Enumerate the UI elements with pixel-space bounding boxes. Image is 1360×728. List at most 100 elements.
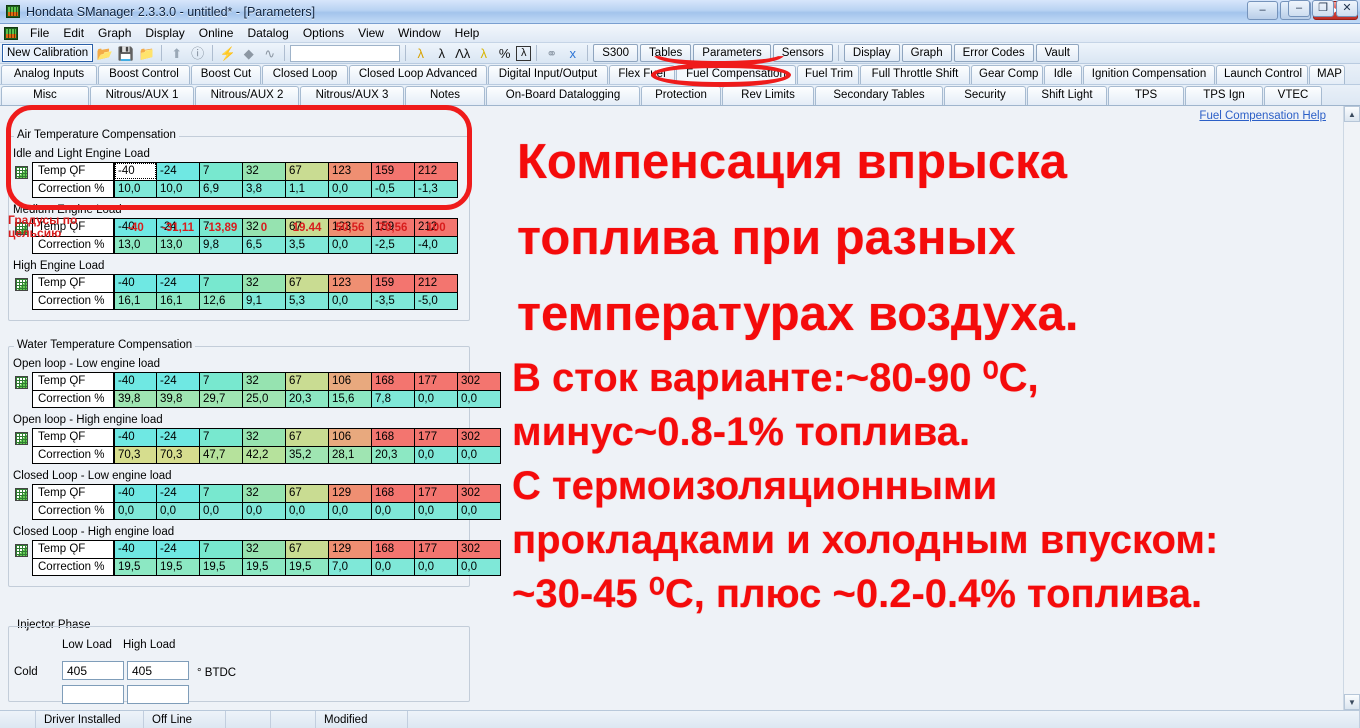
- table-cell[interactable]: 0,0: [329, 292, 372, 310]
- table-cell[interactable]: 39,8: [114, 390, 157, 408]
- menu-item-graph[interactable]: Graph: [91, 25, 138, 41]
- tab-nitrous-aux-1[interactable]: Nitrous/AUX 1: [90, 86, 194, 105]
- toolbar-button-sensors[interactable]: Sensors: [772, 44, 833, 62]
- table-cell[interactable]: 7: [200, 274, 243, 292]
- tab-nitrous-aux-2[interactable]: Nitrous/AUX 2: [195, 86, 299, 105]
- table-cell[interactable]: 20,3: [286, 390, 329, 408]
- table-cell[interactable]: 9,1: [243, 292, 286, 310]
- vertical-scrollbar[interactable]: ▲ ▼: [1343, 106, 1360, 710]
- tab-gear-comp[interactable]: Gear Comp: [971, 65, 1043, 84]
- open-icon[interactable]: 📂: [95, 44, 114, 62]
- grid-icon[interactable]: [15, 432, 28, 445]
- table-cell[interactable]: 0,0: [372, 558, 415, 576]
- tab-nitrous-aux-3[interactable]: Nitrous/AUX 3: [300, 86, 404, 105]
- table-cell[interactable]: 0,0: [458, 390, 501, 408]
- table-cell[interactable]: 168: [372, 484, 415, 502]
- lambda-icon[interactable]: λ: [432, 44, 451, 62]
- table-cell[interactable]: 10,0: [114, 180, 157, 198]
- table-cell[interactable]: 7: [200, 428, 243, 446]
- table-cell[interactable]: 32: [243, 218, 286, 236]
- table-cell[interactable]: -2,5: [372, 236, 415, 254]
- table-cell[interactable]: 177: [415, 372, 458, 390]
- table-cell[interactable]: 67: [286, 274, 329, 292]
- tab-misc[interactable]: Misc: [1, 86, 89, 105]
- table-cell[interactable]: 106: [329, 428, 372, 446]
- tab-secondary-tables[interactable]: Secondary Tables: [815, 86, 943, 105]
- grid-icon[interactable]: [15, 488, 28, 501]
- bluetooth-icon[interactable]: x: [563, 44, 582, 62]
- table-cell[interactable]: 123: [329, 218, 372, 236]
- table-cell[interactable]: -40: [114, 372, 157, 390]
- table-cell[interactable]: 20,3: [372, 446, 415, 464]
- injector-cold-high-field[interactable]: [127, 661, 189, 680]
- table-cell[interactable]: -40: [114, 274, 157, 292]
- curve-icon[interactable]: ∿: [260, 44, 279, 62]
- table-cell[interactable]: 7: [200, 162, 243, 180]
- tab-protection[interactable]: Protection: [641, 86, 721, 105]
- table-cell[interactable]: 159: [372, 162, 415, 180]
- table-cell[interactable]: 0,0: [372, 502, 415, 520]
- usb-icon[interactable]: ⚭: [542, 44, 561, 62]
- lambda-flash-icon[interactable]: λ: [411, 44, 430, 62]
- toolbar-button-s300[interactable]: S300: [593, 44, 639, 62]
- table-cell[interactable]: 0,0: [329, 180, 372, 198]
- new-calibration-button[interactable]: New Calibration: [2, 44, 94, 62]
- grid-icon[interactable]: [15, 166, 28, 179]
- table-cell[interactable]: 106: [329, 372, 372, 390]
- table-cell[interactable]: 70,3: [157, 446, 200, 464]
- tab-fuel-compensation[interactable]: Fuel Compensation: [676, 65, 796, 84]
- tab-flex-fuel[interactable]: Flex Fuel: [609, 65, 675, 84]
- table-cell[interactable]: 19,5: [114, 558, 157, 576]
- table-cell[interactable]: 302: [458, 372, 501, 390]
- tab-launch-control[interactable]: Launch Control: [1216, 65, 1308, 84]
- tab-shift-light[interactable]: Shift Light: [1027, 86, 1107, 105]
- table-cell[interactable]: 0,0: [458, 502, 501, 520]
- menu-item-edit[interactable]: Edit: [56, 25, 91, 41]
- table-cell[interactable]: -3,5: [372, 292, 415, 310]
- grid-icon[interactable]: [15, 376, 28, 389]
- table-cell[interactable]: 7: [200, 218, 243, 236]
- tab-tps-ign[interactable]: TPS Ign: [1185, 86, 1263, 105]
- diamond-icon[interactable]: ◆: [239, 44, 258, 62]
- table-cell[interactable]: 177: [415, 484, 458, 502]
- injector-hot-high-field[interactable]: [127, 685, 189, 704]
- table-cell[interactable]: 168: [372, 372, 415, 390]
- table-cell[interactable]: 123: [329, 274, 372, 292]
- table-cell[interactable]: -24: [157, 274, 200, 292]
- grid-icon[interactable]: [15, 544, 28, 557]
- table-cell[interactable]: -4,0: [415, 236, 458, 254]
- table-cell[interactable]: 177: [415, 428, 458, 446]
- table-cell[interactable]: 3,8: [243, 180, 286, 198]
- table-cell[interactable]: 67: [286, 428, 329, 446]
- table-cell[interactable]: -24: [157, 428, 200, 446]
- table-cell[interactable]: -5,0: [415, 292, 458, 310]
- table-cell[interactable]: -40: [114, 484, 157, 502]
- menu-item-file[interactable]: File: [23, 25, 56, 41]
- table-cell[interactable]: 35,2: [286, 446, 329, 464]
- injector-hot-low-field[interactable]: [62, 685, 124, 704]
- table-cell[interactable]: -1,3: [415, 180, 458, 198]
- table-cell[interactable]: 1,1: [286, 180, 329, 198]
- tab-closed-loop-advanced[interactable]: Closed Loop Advanced: [349, 65, 487, 84]
- table-cell[interactable]: 32: [243, 372, 286, 390]
- table-cell[interactable]: 19,5: [157, 558, 200, 576]
- table-cell[interactable]: 0,0: [243, 502, 286, 520]
- menu-item-online[interactable]: Online: [192, 25, 241, 41]
- table-cell[interactable]: 67: [286, 484, 329, 502]
- tab-rev-limits[interactable]: Rev Limits: [722, 86, 814, 105]
- tab-on-board-datalogging[interactable]: On-Board Datalogging: [486, 86, 640, 105]
- save-icon[interactable]: 💾: [116, 44, 135, 62]
- scroll-up-icon[interactable]: ▲: [1344, 106, 1360, 122]
- table-cell[interactable]: 123: [329, 162, 372, 180]
- toolbar-button-tables[interactable]: Tables: [640, 44, 692, 62]
- table-cell[interactable]: 3,5: [286, 236, 329, 254]
- toolbar-button-display[interactable]: Display: [843, 44, 900, 62]
- mdi-restore-button[interactable]: ❐: [1312, 0, 1334, 17]
- table-cell[interactable]: 168: [372, 540, 415, 558]
- table-cell[interactable]: 5,3: [286, 292, 329, 310]
- table-cell[interactable]: 0,0: [458, 558, 501, 576]
- table-cell[interactable]: 10,0: [157, 180, 200, 198]
- table-cell[interactable]: 0,0: [200, 502, 243, 520]
- table-cell[interactable]: 159: [372, 218, 415, 236]
- table-cell[interactable]: 12,6: [200, 292, 243, 310]
